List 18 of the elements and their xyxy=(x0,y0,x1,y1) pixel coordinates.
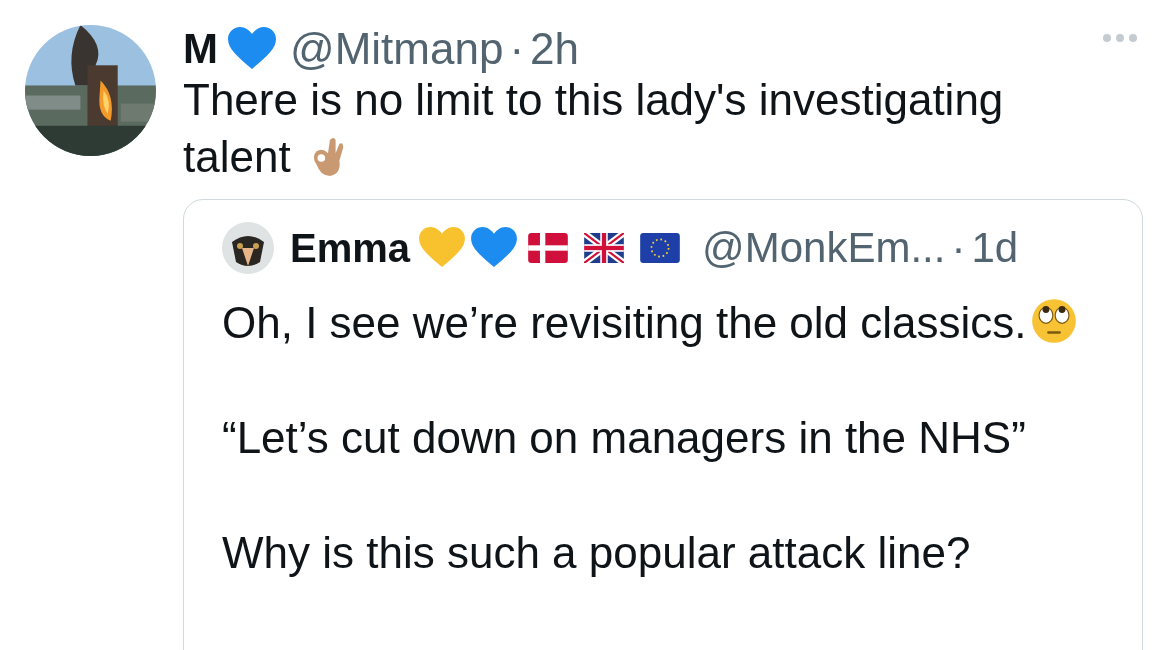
quote-text: “Let’s cut down on managers in the NHS” xyxy=(222,413,1027,463)
tweet-text: There is no limit to this lady's investigating talent xyxy=(183,74,1005,183)
author-handle[interactable]: @MonkEm... xyxy=(702,224,946,272)
quote-card[interactable]: Emma @MonkEm...·1d Oh, I see we’re revisiting the old classics. “Let’s cut down on managers in the NHS” Why is this such a popular attack line? xyxy=(183,199,1143,650)
quote-text: Oh, I see we’re revisiting the old classics. xyxy=(222,298,1142,348)
timestamp[interactable]: 1d xyxy=(971,224,1019,272)
flag-icon xyxy=(528,233,569,263)
separator: · xyxy=(951,224,966,272)
author-name[interactable]: M xyxy=(183,25,218,73)
flag-icon xyxy=(640,233,681,263)
author-name[interactable]: Emma xyxy=(290,225,411,271)
quote-text: Why is this such a popular attack line? xyxy=(222,528,972,578)
author-handle[interactable]: @Mitmanp xyxy=(290,24,504,74)
eye-roll-face-icon xyxy=(1030,298,1077,344)
timestamp[interactable]: 2h xyxy=(530,24,579,74)
flag-icon xyxy=(584,233,625,263)
separator: · xyxy=(509,24,525,74)
more-icon[interactable] xyxy=(1102,33,1138,43)
